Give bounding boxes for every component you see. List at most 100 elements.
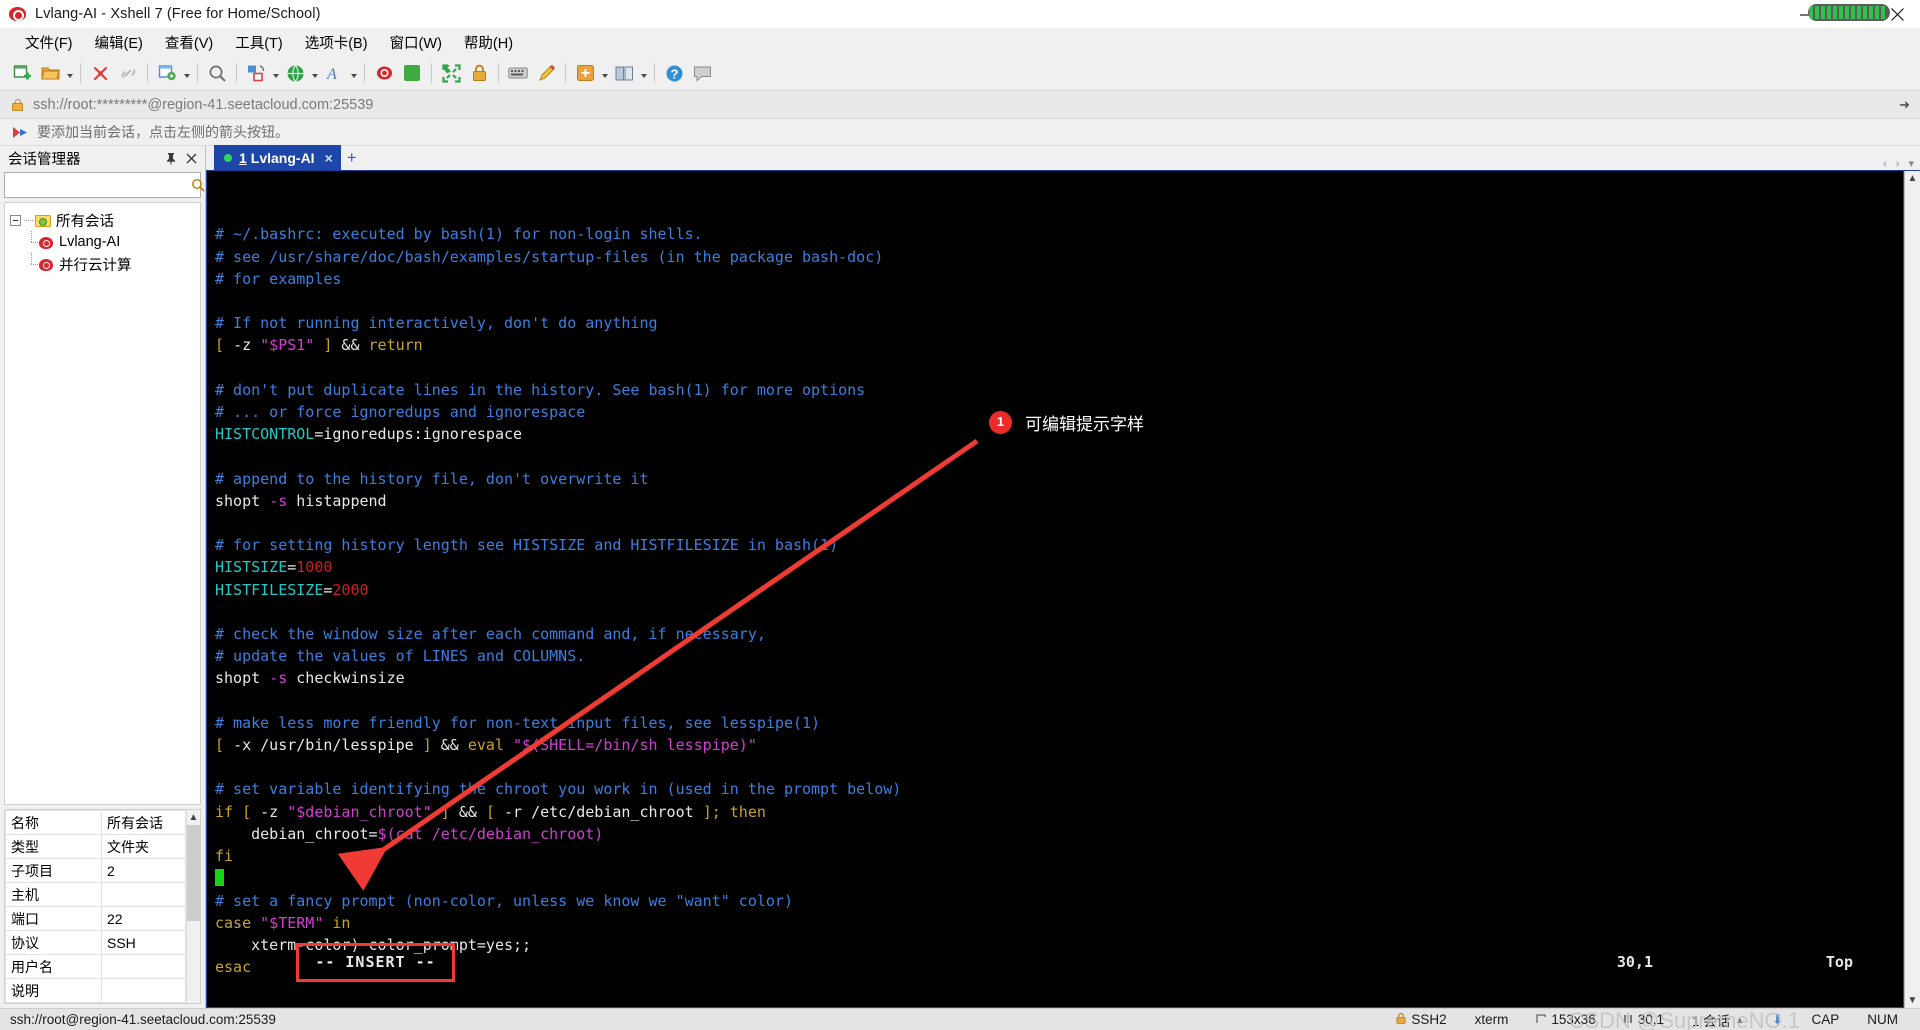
open-folder-dropdown-icon[interactable]: [64, 59, 75, 87]
terminal-text: eval: [467, 736, 514, 755]
search-icon[interactable]: [191, 178, 205, 192]
tree-connector: [24, 219, 33, 221]
property-value: 所有会话: [101, 810, 186, 835]
scroll-up-icon[interactable]: ▲: [189, 812, 199, 823]
globe-dropdown-icon[interactable]: [309, 59, 320, 87]
search-input[interactable]: [5, 177, 191, 193]
tree-item-all-sessions[interactable]: 所有会话: [5, 209, 200, 231]
layout-dropdown-icon[interactable]: [638, 59, 649, 87]
toolbar-separator: [498, 63, 499, 83]
transfer-icon[interactable]: [242, 59, 270, 87]
tree-item-label: 并行云计算: [59, 257, 132, 274]
menu-item-view[interactable]: 查看(V): [154, 29, 224, 56]
new-tab-button[interactable]: +: [341, 145, 363, 170]
globe-icon[interactable]: [281, 59, 309, 87]
fullscreen-icon[interactable]: [437, 59, 465, 87]
help-icon[interactable]: ?: [660, 59, 688, 87]
table-row: 子项目 2: [5, 858, 186, 883]
close-icon[interactable]: [183, 151, 199, 167]
snail-icon: [9, 5, 27, 23]
terminal-line: fi: [215, 845, 1903, 867]
tab-next-icon[interactable]: ›: [1896, 158, 1900, 170]
terminal-text: [: [242, 802, 261, 821]
terminal-line: # check the window size after each comma…: [215, 623, 1903, 645]
layout-icon[interactable]: [610, 59, 638, 87]
pin-icon[interactable]: [163, 151, 179, 167]
new-session-icon[interactable]: [8, 59, 36, 87]
transfer-dropdown-icon[interactable]: [270, 59, 281, 87]
terminal-text: =ignoredups:ignorespace: [314, 425, 523, 444]
compose-icon[interactable]: [532, 59, 560, 87]
scroll-up-icon[interactable]: ▲: [1908, 171, 1918, 186]
add-tab-icon[interactable]: [571, 59, 599, 87]
properties-dropdown-icon[interactable]: [181, 59, 192, 87]
font-dropdown-icon[interactable]: [348, 59, 359, 87]
property-key: 用户名: [5, 954, 102, 979]
property-key: 子项目: [5, 858, 102, 883]
property-key: 端口: [5, 906, 102, 931]
terminal-text: shopt: [215, 491, 270, 510]
lock-icon[interactable]: [465, 59, 493, 87]
find-icon[interactable]: [203, 59, 231, 87]
toolbar: A ?: [0, 56, 1920, 91]
disconnect-icon[interactable]: [86, 59, 114, 87]
folder-icon: [35, 214, 51, 227]
keyboard-icon[interactable]: [504, 59, 532, 87]
menu-item-edit[interactable]: 编辑(E): [84, 29, 154, 56]
terminal-scrollbar[interactable]: ▲ ▼: [1904, 171, 1920, 1008]
terminal-text: # make less more friendly for non-text i…: [215, 713, 821, 732]
tree-item-parallel-cloud[interactable]: 并行云计算: [5, 253, 200, 275]
chat-icon[interactable]: [688, 59, 716, 87]
terminal-text: shopt: [215, 669, 270, 688]
menu-item-tabs[interactable]: 选项卡(B): [294, 29, 379, 56]
resize-icon: [1536, 1012, 1546, 1027]
tab-prev-icon[interactable]: ‹: [1883, 158, 1887, 170]
collapse-toggle-icon[interactable]: [10, 214, 21, 226]
terminal-text: &&: [431, 736, 468, 755]
toolbar-separator: [431, 63, 432, 83]
terminal-screen[interactable]: # ~/.bashrc: executed by bash(1) for non…: [206, 171, 1904, 1008]
terminal-text: ];: [702, 802, 730, 821]
terminal-text: =yes;;: [476, 935, 532, 954]
address-bar[interactable]: ssh://root:*********@region-41.seetaclou…: [0, 91, 1920, 119]
menu-item-window[interactable]: 窗口(W): [379, 29, 453, 56]
session-tree[interactable]: 所有会话 Lvlang-AI 并行云计算: [4, 202, 201, 805]
status-terminal-type: xterm: [1474, 1012, 1509, 1027]
terminal-line: [ -z "$PS1" ] && return: [215, 334, 1903, 356]
menu-item-help[interactable]: 帮助(H): [453, 29, 524, 56]
terminal-line: [ -x /usr/bin/lesspipe ] && eval "$(SHEL…: [215, 734, 1903, 756]
menu-bar: 文件(F) 编辑(E) 查看(V) 工具(T) 选项卡(B) 窗口(W) 帮助(…: [0, 29, 1920, 56]
terminal-line: if [ -z "$debian_chroot" ] && [ -r /etc/…: [215, 801, 1903, 823]
open-folder-icon[interactable]: [36, 59, 64, 87]
scroll-down-icon[interactable]: ▼: [1908, 993, 1918, 1008]
terminal-text: ]: [431, 802, 450, 821]
add-tab-dropdown-icon[interactable]: [599, 59, 610, 87]
menu-item-file[interactable]: 文件(F): [14, 29, 84, 56]
properties-icon[interactable]: [153, 59, 181, 87]
font-icon[interactable]: A: [320, 59, 348, 87]
menu-item-tools[interactable]: 工具(T): [224, 29, 294, 56]
address-value[interactable]: ssh://root:*********@region-41.seetaclou…: [33, 97, 373, 113]
status-security: SSH2: [1382, 1012, 1460, 1027]
properties-scrollbar[interactable]: ▲: [186, 810, 200, 1003]
terminal-text: histappend: [287, 491, 387, 510]
xftp-icon[interactable]: [398, 59, 426, 87]
annotation-text: 可编辑提示字样: [1025, 415, 1144, 434]
terminal-text: ": [513, 736, 523, 755]
svg-text:A: A: [326, 66, 337, 83]
search-box[interactable]: [4, 172, 205, 198]
tree-item-lvlang-ai[interactable]: Lvlang-AI: [5, 231, 200, 253]
table-row: 端口 22: [5, 906, 186, 931]
scrollbar-thumb[interactable]: [187, 825, 200, 921]
tab-menu-icon[interactable]: ▾: [1908, 157, 1914, 170]
tab-close-icon[interactable]: ×: [325, 150, 333, 166]
watermark: CSDN @SupremeNO.1: [1568, 1008, 1800, 1030]
link-icon: [114, 59, 142, 87]
xshell-icon[interactable]: [370, 59, 398, 87]
tab-lvlang-ai[interactable]: 1 Lvlang-AI ×: [214, 145, 341, 170]
terminal-text: # don't put duplicate lines in the histo…: [215, 380, 866, 399]
expand-arrow-icon[interactable]: ➜: [1899, 97, 1910, 113]
terminal-text: # check the window size after each comma…: [215, 625, 766, 644]
